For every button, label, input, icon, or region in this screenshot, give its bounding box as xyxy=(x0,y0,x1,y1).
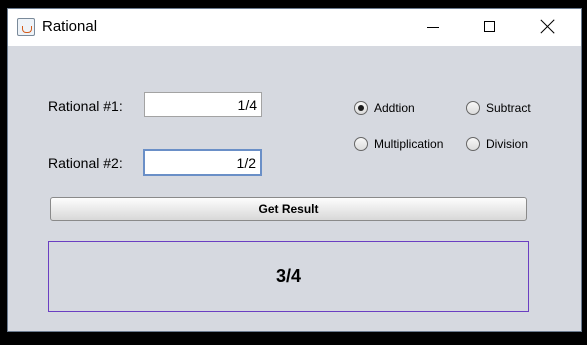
result-panel: 3/4 xyxy=(48,241,529,312)
addition-radio[interactable] xyxy=(354,101,368,115)
minimize-icon xyxy=(427,27,439,28)
window-title: Rational xyxy=(42,18,98,35)
close-button[interactable] xyxy=(519,9,577,46)
app-window: Rational Rational #1: Rational #2: Addti… xyxy=(7,8,582,332)
java-cup-icon xyxy=(17,18,35,36)
division-radio[interactable] xyxy=(466,137,480,151)
title-bar[interactable]: Rational xyxy=(8,9,581,46)
result-value: 3/4 xyxy=(275,266,302,286)
maximize-button[interactable] xyxy=(461,9,519,46)
rational2-label: Rational #2: xyxy=(48,155,123,171)
addition-label[interactable]: Addtion xyxy=(374,101,415,115)
subtract-radio[interactable] xyxy=(466,101,480,115)
subtract-label[interactable]: Subtract xyxy=(486,101,531,115)
rational1-field[interactable] xyxy=(144,92,262,117)
rational1-label: Rational #1: xyxy=(48,98,123,114)
get-result-button[interactable]: Get Result xyxy=(50,197,527,221)
multiplication-radio[interactable] xyxy=(354,137,368,151)
close-icon xyxy=(541,19,555,33)
division-label[interactable]: Division xyxy=(486,137,528,151)
multiplication-label[interactable]: Multiplication xyxy=(374,137,443,151)
maximize-icon xyxy=(484,21,495,32)
rational2-field[interactable] xyxy=(143,149,262,176)
minimize-button[interactable] xyxy=(403,9,461,46)
